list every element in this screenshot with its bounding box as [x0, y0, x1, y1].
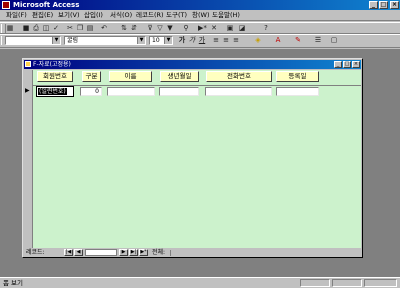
record-selector[interactable]: ▶	[24, 70, 33, 248]
help-icon[interactable]: ?	[262, 25, 270, 32]
align-left-icon[interactable]: ≡	[212, 37, 220, 44]
font-size-combo[interactable]: 10 ▼	[149, 36, 173, 45]
spell-icon[interactable]: ✓	[52, 25, 60, 32]
form-window[interactable]: F-자료(고정용) _ □ × ▶ 회원번호 구분 이름 생년월일 전화번호 등…	[22, 58, 363, 258]
cut-icon[interactable]: ✂	[66, 25, 74, 32]
database-window-icon[interactable]: ▣	[226, 25, 234, 32]
app-icon[interactable]	[2, 1, 10, 9]
new-record-icon[interactable]: ▶*	[198, 25, 207, 32]
previous-record-button[interactable]: ◀	[74, 249, 83, 256]
horizontal-scrollbar-divider	[170, 250, 171, 256]
menu-tools[interactable]: 도구(T)	[166, 11, 187, 20]
status-panel	[332, 279, 362, 287]
status-panel	[364, 279, 397, 287]
form-detail-area: ▶ 회원번호 구분 이름 생년월일 전화번호 등록일 (일련번호) 0	[24, 70, 361, 248]
header-phone: 전화번호	[206, 71, 272, 82]
menu-bar: 파일(F) 편집(E) 보기(V) 삽입(I) 서식(O) 레코드(R) 도구(…	[0, 10, 400, 21]
app-title-bar[interactable]: Microsoft Access _ □ ×	[0, 0, 400, 10]
next-record-button[interactable]: ▶	[119, 249, 128, 256]
line-color-icon[interactable]: ✎	[294, 37, 302, 44]
undo-icon[interactable]: ↶	[100, 25, 108, 32]
menu-window[interactable]: 창(W)	[192, 11, 209, 20]
member-no-value: (일련번호)	[38, 88, 67, 95]
name-field[interactable]	[107, 87, 155, 96]
maximize-button[interactable]: □	[379, 1, 388, 9]
apply-filter-icon[interactable]: ▼	[166, 25, 174, 32]
font-name-value: 굴림	[67, 37, 79, 44]
form-maximize-button[interactable]: □	[343, 61, 351, 68]
form-icon[interactable]	[25, 61, 31, 67]
record-navigation-bar: 레코드: |◀ ◀ ▶ ▶| ▶* 전체:	[24, 248, 361, 257]
reg-date-field[interactable]	[276, 87, 319, 96]
total-label: 전체:	[152, 249, 166, 256]
header-name: 이름	[109, 71, 152, 82]
line-width-icon[interactable]: ☰	[314, 37, 322, 44]
align-right-icon[interactable]: ≡	[232, 37, 240, 44]
form-title-bar[interactable]: F-자료(고정용) _ □ ×	[24, 60, 361, 69]
font-size-value: 10	[152, 37, 160, 44]
format-toolbar: ▼ 굴림 ▼ 10 ▼ 가 가 가 ≡ ≡ ≡ ◈ A ✎ ☰ ▢	[0, 34, 400, 48]
menu-file[interactable]: 파일(F)	[6, 11, 27, 20]
delete-record-icon[interactable]: ✕	[210, 25, 218, 32]
current-record-marker: ▶	[25, 87, 30, 94]
chevron-down-icon[interactable]: ▼	[164, 37, 172, 44]
close-button[interactable]: ×	[390, 1, 399, 9]
form-view-toolbar: ▦ ■ ⎙ ◫ ✓ ✂ ❐ ▤ ↶ ⇅ ⇵ ⊽ ▽ ▼ ⚲ ▶* ✕ ▣ ◪ ?	[0, 22, 400, 34]
phone-field[interactable]	[205, 87, 272, 96]
record-number-input[interactable]	[85, 249, 117, 256]
object-combo[interactable]: ▼	[5, 36, 61, 45]
fill-color-icon[interactable]: ◈	[254, 37, 262, 44]
header-member-no: 회원번호	[37, 71, 73, 82]
menu-edit[interactable]: 편집(E)	[32, 11, 53, 20]
menu-format[interactable]: 서식(O)	[110, 11, 132, 20]
italic-icon[interactable]: 가	[188, 37, 196, 44]
menu-help[interactable]: 도움말(H)	[212, 11, 240, 20]
sort-desc-icon[interactable]: ⇵	[130, 25, 138, 32]
underline-icon[interactable]: 가	[198, 37, 206, 44]
save-icon[interactable]: ■	[22, 25, 30, 32]
menu-records[interactable]: 레코드(R)	[136, 11, 164, 20]
record-label: 레코드:	[26, 249, 45, 256]
app-title: Microsoft Access	[13, 1, 80, 9]
status-panel	[300, 279, 330, 287]
form-icon[interactable]: ▦	[6, 25, 14, 32]
menu-insert[interactable]: 삽입(I)	[84, 11, 103, 20]
status-text: 폼 보기	[3, 279, 24, 287]
bold-icon[interactable]: 가	[178, 37, 186, 44]
preview-icon[interactable]: ◫	[42, 25, 50, 32]
header-birth-date: 생년월일	[160, 71, 199, 82]
header-reg-date: 등록일	[276, 71, 319, 82]
new-object-icon[interactable]: ◪	[238, 25, 246, 32]
find-icon[interactable]: ⚲	[182, 25, 190, 32]
form-close-button[interactable]: ×	[352, 61, 360, 68]
form-title: F-자료(고정용)	[33, 61, 71, 68]
form-minimize-button[interactable]: _	[334, 61, 342, 68]
header-divider	[33, 85, 361, 86]
paste-icon[interactable]: ▤	[86, 25, 94, 32]
new-record-button[interactable]: ▶*	[139, 249, 148, 256]
sort-icon[interactable]: ⇅	[120, 25, 128, 32]
menu-view[interactable]: 보기(V)	[58, 11, 79, 20]
chevron-down-icon[interactable]: ▼	[137, 37, 145, 44]
status-bar: 폼 보기	[0, 277, 400, 288]
header-category: 구분	[82, 71, 101, 82]
first-record-button[interactable]: |◀	[64, 249, 73, 256]
filter-form-icon[interactable]: ▽	[156, 25, 164, 32]
birth-date-field[interactable]	[159, 87, 199, 96]
copy-icon[interactable]: ❐	[76, 25, 84, 32]
member-no-field[interactable]: (일련번호)	[36, 86, 74, 97]
chevron-down-icon[interactable]: ▼	[52, 37, 60, 44]
minimize-button[interactable]: _	[369, 1, 378, 9]
special-effect-icon[interactable]: ▢	[330, 37, 338, 44]
print-icon[interactable]: ⎙	[32, 25, 40, 32]
font-name-combo[interactable]: 굴림 ▼	[64, 36, 146, 45]
category-field[interactable]: 0	[80, 87, 102, 96]
last-record-button[interactable]: ▶|	[129, 249, 138, 256]
font-color-icon[interactable]: A	[274, 37, 282, 44]
align-center-icon[interactable]: ≡	[222, 37, 230, 44]
filter-icon[interactable]: ⊽	[146, 25, 154, 32]
